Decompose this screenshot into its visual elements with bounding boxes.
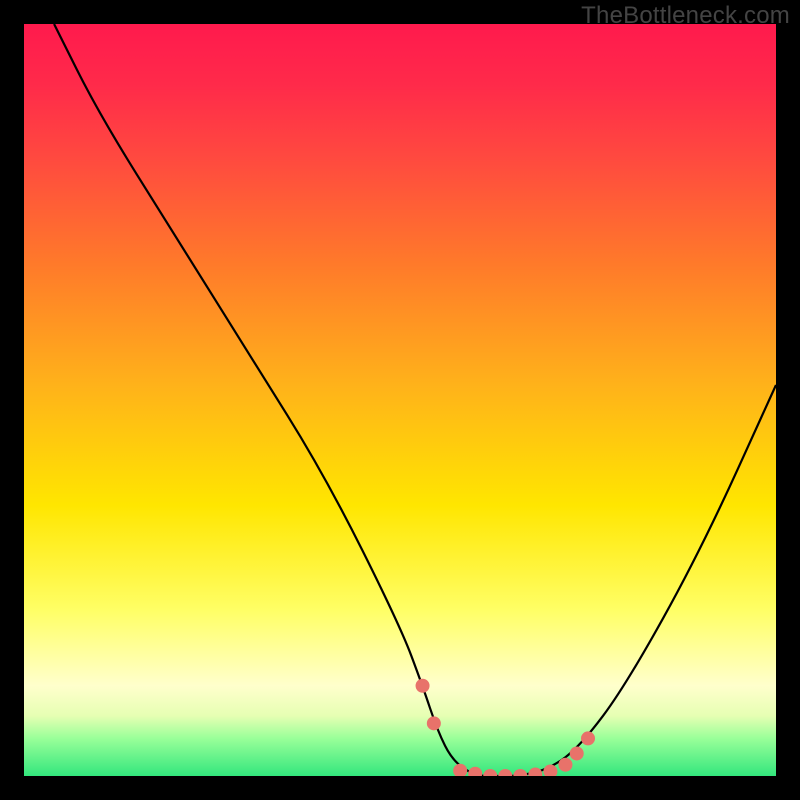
attribution-text: TheBottleneck.com	[581, 2, 790, 30]
chart-plot-area	[24, 24, 776, 776]
